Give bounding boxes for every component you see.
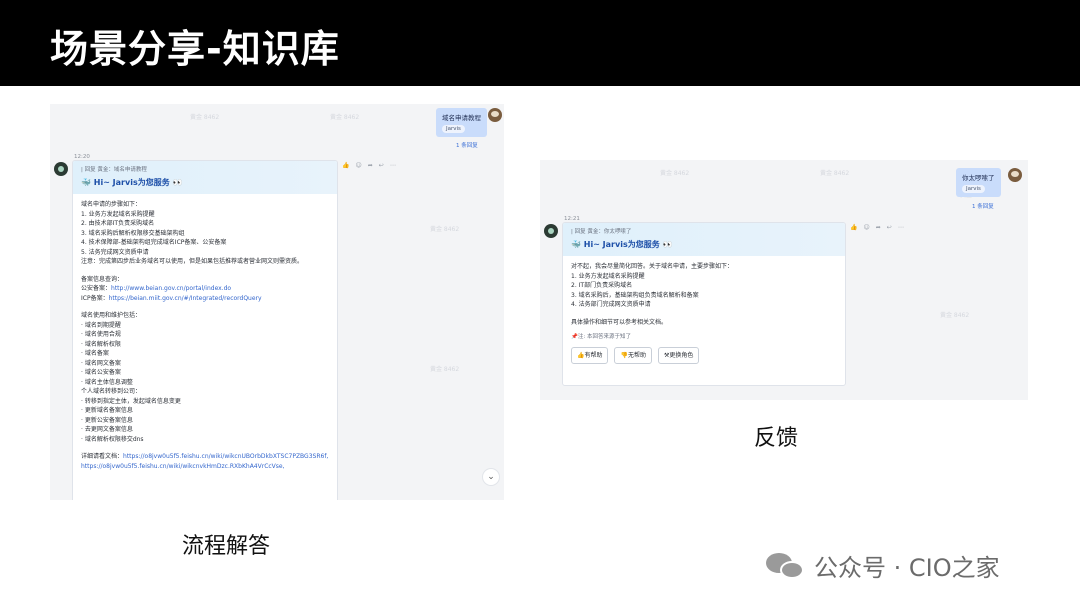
- reply-count-link[interactable]: 1 条回复: [972, 202, 994, 210]
- message-actions: 👍 ☺ ➦ ↩ ⋯: [850, 224, 904, 231]
- message-actions: 👍 ☺ ➦ ↩ ⋯: [342, 162, 396, 169]
- brand-watermark: 公众号 · CIO之家: [766, 548, 1000, 583]
- answer-line: · 域名公安备案: [81, 369, 121, 376]
- card-body: 对不起，我会尽量简化回答。关于域名申请，主要步骤如下： 1. 业务方发起域名采购…: [563, 256, 845, 370]
- wechat-icon: [766, 551, 806, 581]
- answer-line: · 域名网文备案: [81, 359, 121, 367]
- watermark: 黄金 8462: [940, 312, 970, 319]
- user-message-bubble[interactable]: 域名申请教程 Jarvis: [436, 108, 487, 137]
- answer-line: · 转移到指定主体，发起域名信息变更: [81, 397, 181, 405]
- answer-line: · 域名使用合规: [81, 331, 121, 338]
- watermark: 黄金 8462: [660, 170, 690, 177]
- user-message-text: 你太啰嗦了: [962, 174, 995, 182]
- change-role-button[interactable]: ⚒更换角色: [657, 346, 700, 364]
- slide-title-bar: 场景分享-知识库: [0, 0, 1080, 86]
- like-icon[interactable]: 👍: [850, 224, 857, 231]
- quoted-message: | 回复 黄金：域名申请教程: [81, 167, 147, 173]
- avatar[interactable]: [488, 108, 502, 122]
- answer-line: 3. 域名采购后解析权限移交基础架构组: [81, 229, 185, 237]
- card-body: 域名申请的步骤如下： 1. 业务方发起域名采购提醒 2. 由技术部IT负责采购域…: [73, 194, 337, 477]
- bot-avatar[interactable]: [544, 224, 558, 238]
- answer-line: · 域名解析权限: [81, 340, 121, 348]
- answer-line: · 去更网文备案信息: [81, 426, 133, 433]
- not-helpful-button[interactable]: 👎无帮助: [614, 346, 652, 364]
- link-row: ICP备案：https://beian.miit.gov.cn/#/Integr…: [81, 294, 262, 302]
- answer-line: · 更新域名备案信息: [81, 407, 133, 414]
- chat-screenshot-process: 黄金 8462 黄金 8462 黄金 8462 黄金 8462 黄金 8462 …: [50, 104, 504, 500]
- feedback-buttons: 👍有帮助 👎无帮助 ⚒更换角色: [571, 346, 837, 364]
- answer-line: 备案信息查询：: [81, 275, 124, 283]
- mention-tag[interactable]: Jarvis: [962, 185, 985, 193]
- answer-line: 1. 业务方发起域名采购提醒: [81, 210, 155, 218]
- watermark: 黄金 8462: [190, 114, 220, 121]
- avatar[interactable]: [1008, 168, 1022, 182]
- answer-line: · 域名解析权限移交dns: [81, 435, 144, 443]
- watermark: 黄金 8462: [430, 226, 460, 233]
- answer-line: 具体操作和细节可以参考相关文档。: [571, 318, 668, 326]
- user-message-text: 域名申请教程: [442, 114, 481, 122]
- chat-screenshot-feedback: 黄金 8462 黄金 8462 黄金 8462 黄金 8462 你太啰嗦了 Ja…: [540, 160, 1028, 400]
- quoted-message: | 回复 黄金：你太啰嗦了: [571, 229, 632, 235]
- caption-process: 流程解答: [182, 534, 271, 559]
- answer-line: 1. 业务方发起域名采购提醒: [571, 272, 645, 280]
- card-header: | 回复 黄金：你太啰嗦了 🐳 Hi~ Jarvis为您服务 👀: [563, 223, 845, 256]
- answer-line: 5. 法务完成网文资质申请: [81, 248, 149, 256]
- answer-line: 个人域名转移到公司：: [81, 388, 142, 395]
- watermark: 黄金 8462: [330, 114, 360, 121]
- card-greeting: 🐳 Hi~ Jarvis为您服务 👀: [571, 240, 673, 249]
- bot-avatar[interactable]: [54, 162, 68, 176]
- caption-feedback: 反馈: [754, 426, 799, 451]
- reaction-icon[interactable]: ☺: [863, 224, 869, 231]
- reply-icon[interactable]: ↩: [379, 162, 384, 169]
- reply-count-link[interactable]: 1 条回复: [456, 141, 478, 149]
- icp-link[interactable]: https://beian.miit.gov.cn/#/Integrated/r…: [109, 295, 262, 302]
- helpful-button[interactable]: 👍有帮助: [571, 346, 609, 364]
- answer-line: · 更新公安备案信息: [81, 416, 133, 424]
- forward-icon[interactable]: ➦: [876, 224, 881, 231]
- like-icon[interactable]: 👍: [342, 162, 349, 169]
- answer-line: · 域名备案: [81, 350, 109, 357]
- answer-line: · 域名到期提醒: [81, 321, 121, 329]
- forward-icon[interactable]: ➦: [368, 162, 373, 169]
- doc-link[interactable]: https://o8jvw0u5f5.feishu.cn/wiki/wikcnU…: [123, 453, 328, 460]
- answer-line: 2. 由技术部IT负责采购域名: [81, 220, 155, 227]
- answer-line: 2. IT部门负责采购域名: [571, 282, 633, 289]
- reaction-icon[interactable]: ☺: [355, 162, 361, 169]
- more-icon[interactable]: ⋯: [898, 224, 904, 231]
- link-row: 公安备案：http://www.beian.gov.cn/portal/inde…: [81, 285, 232, 292]
- chevron-down-icon: ⌄: [487, 472, 495, 482]
- more-icon[interactable]: ⋯: [390, 162, 396, 169]
- slide-title: 场景分享-知识库: [50, 27, 340, 71]
- answer-line: 域名申请的步骤如下：: [81, 201, 142, 208]
- answer-line: 域名使用和维护包括：: [81, 312, 142, 319]
- watermark: 黄金 8462: [820, 170, 850, 177]
- scroll-down-button[interactable]: ⌄: [482, 468, 500, 486]
- answer-line: 4. 技术保障部-基础架构组完成域名ICP备案、公安备案: [81, 239, 227, 246]
- brand-text: 公众号 · CIO之家: [814, 554, 1000, 582]
- answer-line: 4. 法务部门完成网文资质申请: [571, 301, 651, 308]
- user-message-bubble[interactable]: 你太啰嗦了 Jarvis: [956, 168, 1001, 197]
- reply-icon[interactable]: ↩: [887, 224, 892, 231]
- beian-link[interactable]: http://www.beian.gov.cn/portal/index.do: [111, 285, 231, 292]
- link-row: 详细请看文档：https://o8jvw0u5f5.feishu.cn/wiki…: [81, 453, 329, 460]
- card-greeting: 🐳 Hi~ Jarvis为您服务 👀: [81, 178, 183, 187]
- answer-line: 注意：完成第四步后业务域名可以使用，但是如果包括推荐或者营业网文则需资质。: [81, 258, 304, 265]
- answer-line: 对不起，我会尽量简化回答。关于域名申请，主要步骤如下：: [571, 263, 734, 270]
- bot-reply-card: | 回复 黄金：域名申请教程 🐳 Hi~ Jarvis为您服务 👀 域名申请的步…: [72, 160, 338, 500]
- answer-line: 3. 域名采购后，基础架构组负责域名解析和备案: [571, 291, 699, 299]
- answer-line: · 域名主体信息调整: [81, 378, 133, 386]
- source-note: 📌注: 本回答来源于知了: [571, 334, 631, 340]
- watermark: 黄金 8462: [430, 366, 460, 373]
- mention-tag[interactable]: Jarvis: [442, 125, 465, 133]
- card-header: | 回复 黄金：域名申请教程 🐳 Hi~ Jarvis为您服务 👀: [73, 161, 337, 194]
- bot-reply-card: | 回复 黄金：你太啰嗦了 🐳 Hi~ Jarvis为您服务 👀 对不起，我会尽…: [562, 222, 846, 386]
- doc-link[interactable]: https://o8jvw0u5f5.feishu.cn/wiki/wikcnv…: [81, 462, 329, 472]
